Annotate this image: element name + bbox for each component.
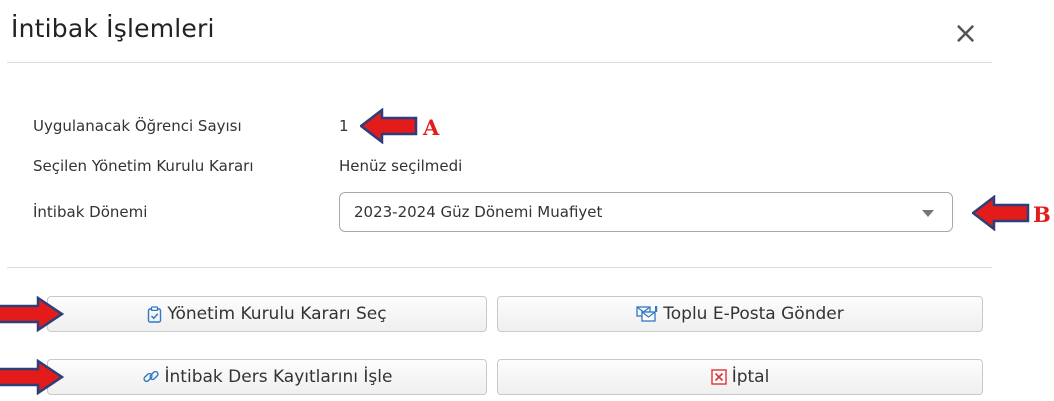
cancel-label: İptal (731, 367, 770, 387)
send-email-button[interactable]: Toplu E-Posta Gönder (497, 296, 983, 332)
chevron-down-icon[interactable] (922, 210, 934, 217)
body-divider (7, 267, 992, 268)
period-select[interactable]: 2023-2024 Güz Dönemi Muafiyet (339, 192, 953, 232)
link-icon (142, 368, 160, 386)
header-divider (7, 62, 992, 63)
annotation-label-a: A (423, 115, 440, 140)
email-group-icon (636, 305, 658, 323)
period-label: İntibak Dönemi (33, 203, 148, 221)
select-decision-label: Yönetim Kurulu Kararı Seç (167, 304, 387, 324)
close-box-icon (710, 369, 727, 385)
board-decision-label: Seçilen Yönetim Kurulu Kararı (33, 157, 254, 175)
cancel-button[interactable]: İptal (497, 359, 983, 395)
annotation-arrow-b (972, 195, 1030, 231)
annotation-arrow-a (360, 108, 418, 144)
send-email-label: Toplu E-Posta Gönder (663, 304, 844, 324)
annotation-label-b: B (1033, 202, 1051, 227)
annotation-arrow-select-decision (0, 296, 64, 332)
process-records-button[interactable]: İntibak Ders Kayıtlarını İşle (47, 359, 487, 395)
clipboard-check-icon (147, 305, 162, 323)
student-count-label: Uygulanacak Öğrenci Sayısı (33, 117, 242, 135)
board-decision-value: Henüz seçilmedi (339, 157, 463, 175)
dialog-title: İntibak İşlemleri (11, 14, 215, 43)
annotation-arrow-process-records (0, 359, 64, 395)
close-icon[interactable]: × (953, 19, 978, 49)
process-records-label: İntibak Ders Kayıtlarını İşle (164, 367, 393, 387)
select-decision-button[interactable]: Yönetim Kurulu Kararı Seç (47, 296, 487, 332)
student-count-value: 1 (339, 117, 349, 135)
period-select-value: 2023-2024 Güz Dönemi Muafiyet (354, 203, 603, 221)
